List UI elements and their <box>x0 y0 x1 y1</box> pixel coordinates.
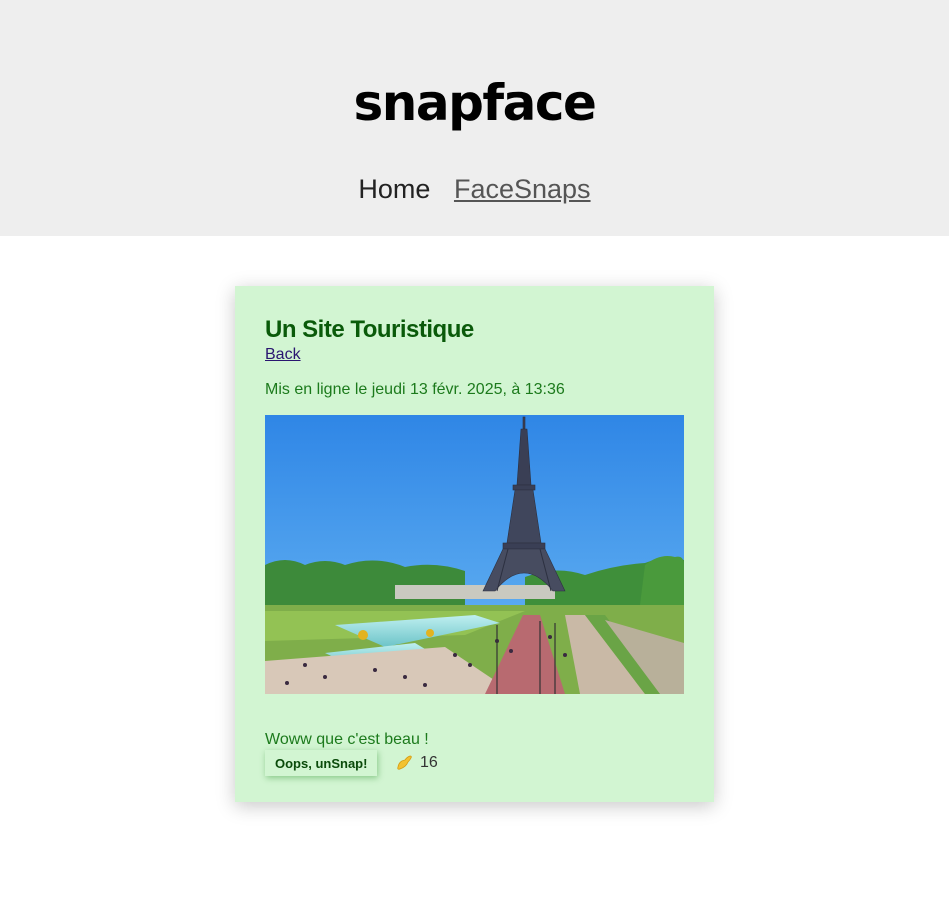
nav-link-home[interactable]: Home <box>358 171 430 207</box>
facesnap-title: Un Site Touristique <box>265 316 474 343</box>
app-brand: snapface <box>353 74 597 132</box>
facesnap-image <box>265 415 684 694</box>
nav-link-facesnaps[interactable]: FaceSnaps <box>454 171 591 207</box>
app-header: snapface Home FaceSnaps <box>0 0 949 236</box>
facesnap-date: Mis en ligne le jeudi 13 févr. 2025, à 1… <box>265 381 565 398</box>
back-link[interactable]: Back <box>265 344 301 366</box>
snaps-counter: 16 <box>396 751 438 775</box>
facesnap-description: Woww que c'est beau ! <box>265 731 429 748</box>
main-nav: Home FaceSnaps <box>0 171 949 207</box>
facesnap-card: Un Site Touristique Back Mis en ligne le… <box>235 286 714 802</box>
unsnap-button[interactable]: Oops, unSnap! <box>265 750 378 776</box>
snap-fingers-icon <box>397 755 412 770</box>
snaps-count: 16 <box>420 754 438 771</box>
